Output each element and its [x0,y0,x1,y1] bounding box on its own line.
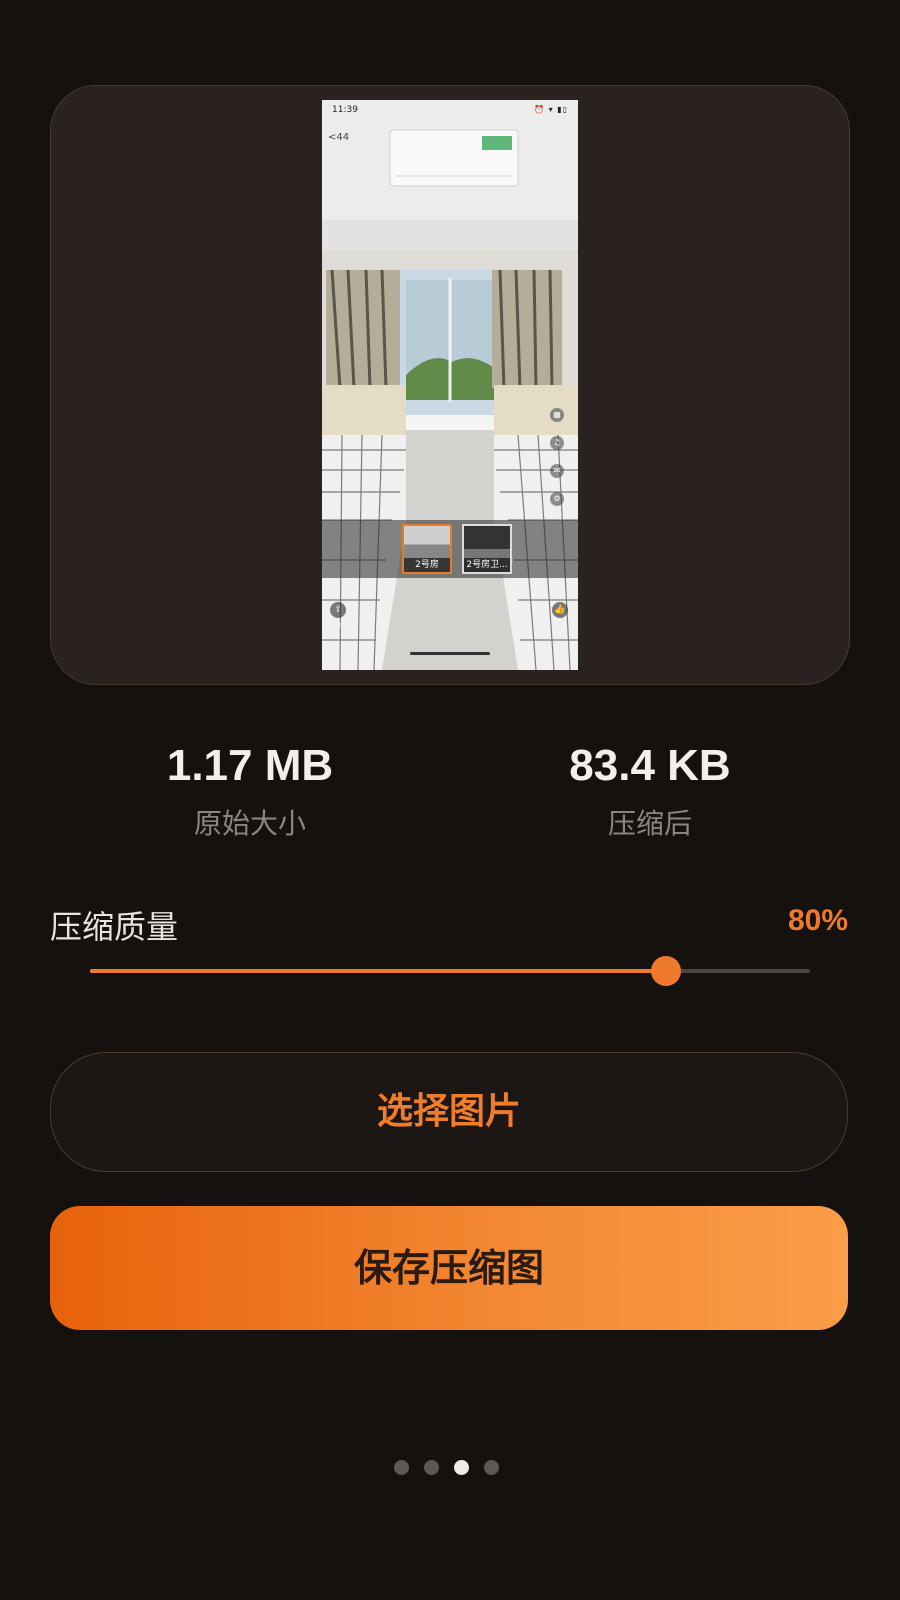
side-icon-column: ▦ ♫ ✉ ⚙ [550,408,566,520]
original-size-label: 原始大小 [193,807,306,840]
home-indicator [410,652,490,655]
quality-slider[interactable] [90,956,810,986]
settings-icon: ⚙ [550,492,564,506]
original-size-value: 1.17 MB [166,741,334,790]
share-icon: ⇪ [330,602,346,618]
page-dot[interactable] [394,1460,409,1475]
thumbnail-strip: 2号房 2号房卫... [322,520,578,578]
page-dot[interactable] [424,1460,439,1475]
thumbnail-room-2-bathroom: 2号房卫... [462,524,512,574]
status-icons: ⏰ ▾ ▮▯ [534,105,568,114]
back-icon: <44 [328,132,350,143]
quality-value: 80% [787,904,848,937]
image-preview-card: 11:39 ⏰ ▾ ▮▯ <44 ▦ ♫ ✉ ⚙ 2号房 2号房卫... ⇪ 分… [50,85,850,685]
like-count: 0 [559,622,564,630]
compressed-size-stat: 83.4 KB 压缩后 [500,740,800,842]
original-size-stat: 1.17 MB 原始大小 [100,740,400,842]
page-dot[interactable] [454,1460,469,1475]
album-icon: ▦ [550,408,564,422]
thumbnail-label: 2号房卫... [464,558,510,572]
thumbnail-label: 2号房 [404,558,450,572]
message-icon: ✉ [550,464,564,478]
slider-thumb[interactable] [651,956,681,986]
status-time: 11:39 [332,105,358,115]
page-dot[interactable] [484,1460,499,1475]
like-icon: 👍 [552,602,568,618]
quality-label: 压缩质量 [50,908,179,946]
thumbnail-room-2: 2号房 [402,524,452,574]
preview-image: 11:39 ⏰ ▾ ▮▯ <44 ▦ ♫ ✉ ⚙ 2号房 2号房卫... ⇪ 分… [322,100,578,670]
status-bar: 11:39 ⏰ ▾ ▮▯ [322,100,578,122]
room-photo [322,100,578,670]
share-label: 分享 [328,623,342,631]
slider-fill [90,969,666,973]
select-image-button[interactable]: 选择图片 [50,1052,848,1172]
save-compressed-button[interactable]: 保存压缩图 [50,1206,848,1330]
compressed-size-label: 压缩后 [607,807,692,840]
page-indicator [394,1460,514,1476]
compressed-size-value: 83.4 KB [569,741,731,790]
music-icon: ♫ [550,436,564,450]
